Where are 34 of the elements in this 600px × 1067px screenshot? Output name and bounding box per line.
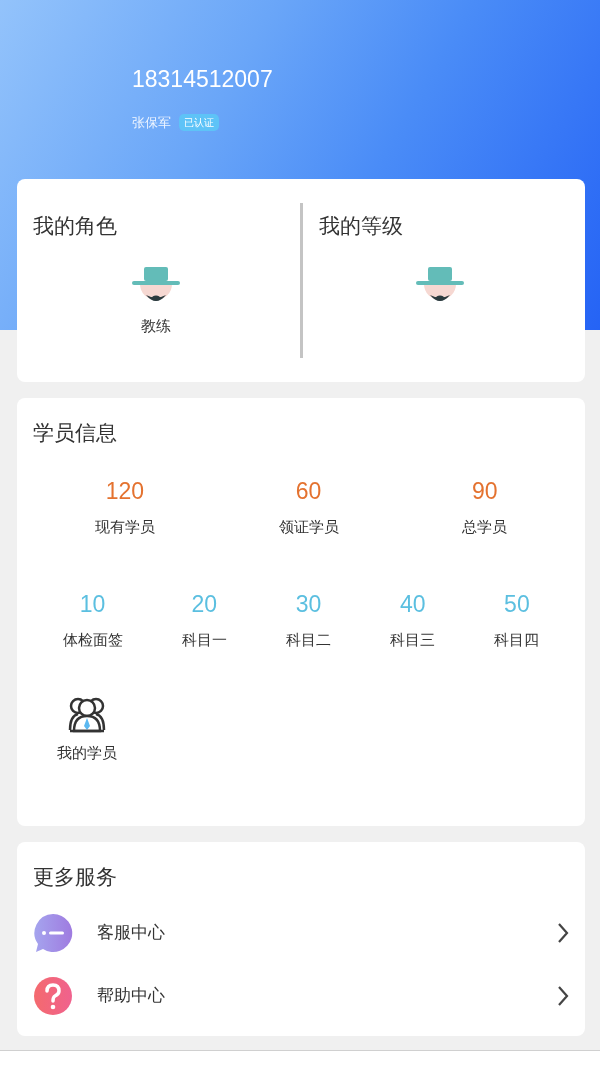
phone-number: 18314512007 — [132, 65, 274, 94]
help-icon — [33, 976, 73, 1016]
chevron-right-icon — [557, 922, 569, 944]
stat-value: 10 — [79, 589, 106, 619]
stat-label: 领证学员 — [278, 517, 339, 538]
stat-value: 50 — [504, 589, 530, 619]
stat-value: 20 — [191, 589, 218, 619]
stat-label: 体检面签 — [62, 630, 123, 651]
stat-value: 90 — [471, 476, 498, 506]
stat-value: 60 — [295, 476, 322, 506]
service-label: 帮助中心 — [97, 984, 166, 1008]
service-row[interactable]: 客服中心 — [33, 901, 569, 965]
role-label: 教练 — [141, 315, 172, 337]
panel-title: 我的角色 — [33, 213, 118, 240]
stat-label: 科目四 — [494, 630, 540, 651]
stat-label: 总学员 — [462, 517, 508, 538]
stat-value: 120 — [105, 476, 144, 506]
panel-title: 我的等级 — [318, 213, 404, 240]
section-title: 学员信息 — [33, 420, 118, 447]
stat-label: 科目一 — [181, 630, 227, 651]
section-title: 更多服务 — [33, 864, 118, 891]
chevron-right-icon — [557, 985, 569, 1007]
service-label: 客服中心 — [97, 921, 166, 945]
shortcut-label: 我的学员 — [57, 742, 117, 764]
chat-bubble-icon — [33, 913, 73, 953]
service-row[interactable]: 帮助中心 — [33, 964, 569, 1028]
stat-value: 30 — [295, 589, 322, 619]
students-icon[interactable] — [67, 695, 107, 734]
user-name: 张保军 — [132, 113, 171, 132]
verified-tag: 已认证 — [179, 113, 219, 131]
stat-value: 40 — [399, 589, 426, 619]
stat-label: 科目二 — [286, 630, 331, 651]
stat-label: 现有学员 — [94, 517, 155, 538]
stat-label: 科目三 — [390, 630, 436, 651]
